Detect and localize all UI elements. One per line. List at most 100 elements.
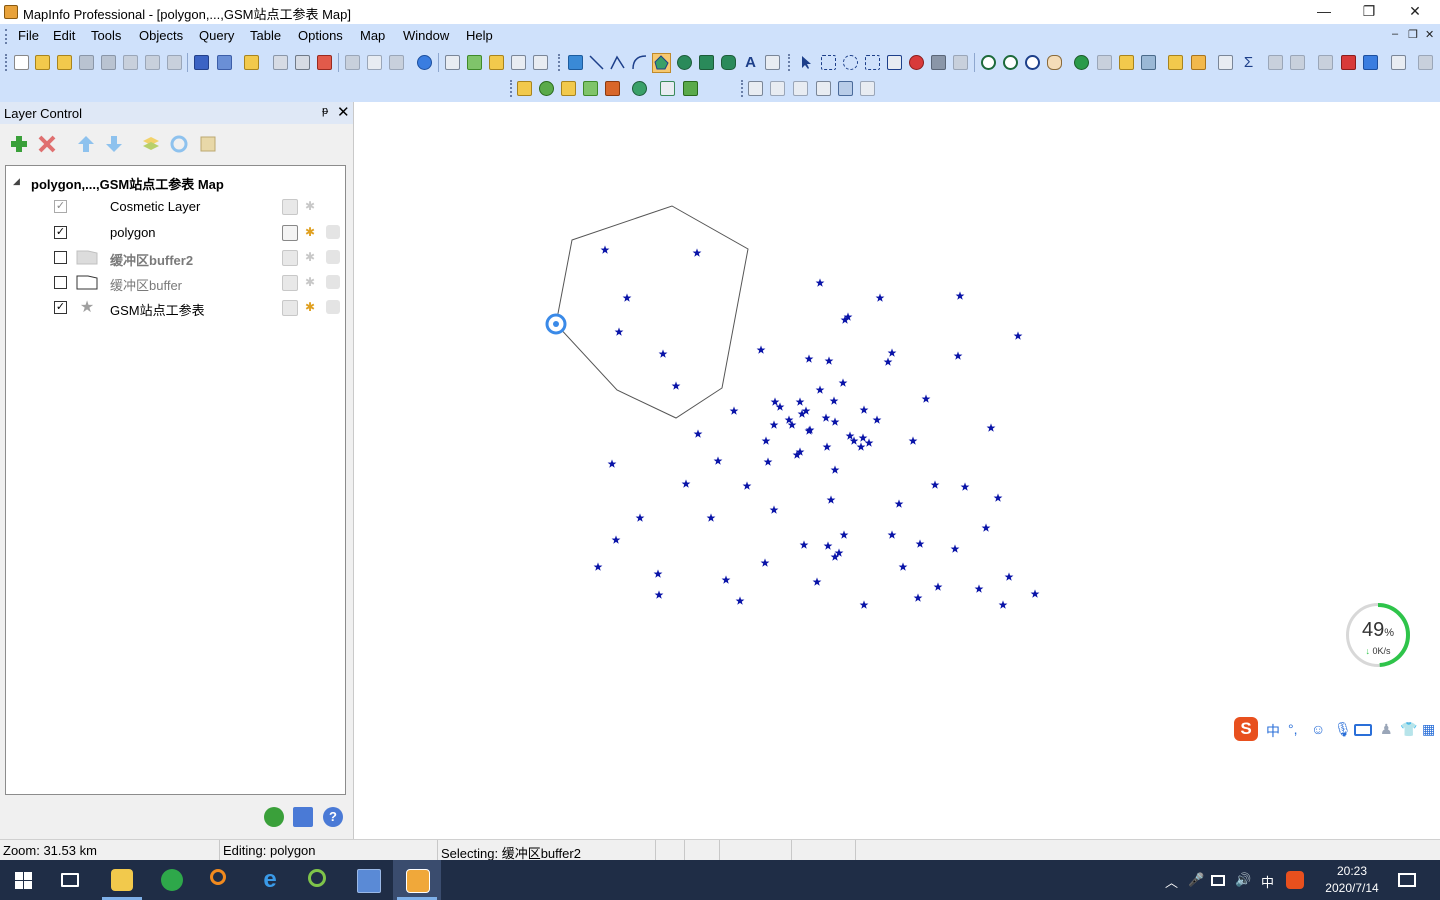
- gsm-site-star[interactable]: [761, 436, 771, 445]
- gsm-site-star[interactable]: [735, 596, 745, 605]
- gsm-site-star[interactable]: [859, 600, 869, 609]
- menu-objects[interactable]: Objects: [139, 28, 183, 43]
- print-preview-icon[interactable]: [273, 55, 288, 70]
- gsm-site-star[interactable]: [981, 523, 991, 532]
- skin-shirt-icon[interactable]: 👕: [1400, 721, 1417, 738]
- label-icon[interactable]: [326, 250, 340, 264]
- line-tool-icon[interactable]: [589, 55, 604, 70]
- gsm-site-star[interactable]: [713, 456, 723, 465]
- layout-tool-2-icon[interactable]: [770, 81, 785, 96]
- menu-window[interactable]: Window: [403, 28, 449, 43]
- gsm-site-star[interactable]: [769, 420, 779, 429]
- gsm-site-star[interactable]: [693, 429, 703, 438]
- add-layer-icon[interactable]: [9, 134, 29, 154]
- gsm-site-star[interactable]: [950, 544, 960, 553]
- paste-icon[interactable]: [389, 55, 404, 70]
- menu-tools[interactable]: Tools: [91, 28, 121, 43]
- network-icon[interactable]: [1211, 875, 1225, 886]
- gsm-site-star[interactable]: [908, 436, 918, 445]
- selectable-icon[interactable]: ✱: [303, 225, 317, 239]
- export-pdf-icon[interactable]: [317, 55, 332, 70]
- taskbar-app-window[interactable]: [344, 860, 392, 900]
- editable-icon[interactable]: [282, 199, 298, 215]
- gsm-site-star[interactable]: [706, 513, 716, 522]
- taskbar-browser-360[interactable]: [148, 860, 196, 900]
- gsm-site-star[interactable]: [729, 406, 739, 415]
- menu-query[interactable]: Query: [199, 28, 234, 43]
- layer-control-icon[interactable]: [1168, 55, 1183, 70]
- polygon-tool-icon[interactable]: [654, 55, 669, 70]
- gsm-site-star[interactable]: [681, 479, 691, 488]
- gsm-site-star[interactable]: [770, 397, 780, 406]
- region-style-swatch[interactable]: [76, 250, 98, 265]
- grabber-hand-icon[interactable]: [1047, 55, 1062, 70]
- editable-icon[interactable]: [282, 275, 298, 291]
- coordinate-extractor-icon[interactable]: [583, 81, 598, 96]
- gsm-site-star[interactable]: [600, 245, 610, 254]
- note-icon[interactable]: [660, 81, 675, 96]
- gsm-site-star[interactable]: [915, 539, 925, 548]
- gsm-site-star[interactable]: [760, 558, 770, 567]
- save-icon[interactable]: [194, 55, 209, 70]
- layout-tool-4-icon[interactable]: [816, 81, 831, 96]
- menu-help[interactable]: Help: [466, 28, 493, 43]
- ruler-icon[interactable]: [1191, 55, 1206, 70]
- layer-row-polygon[interactable]: ✓ polygon ✱: [6, 222, 345, 244]
- layout-tool-3-icon[interactable]: [793, 81, 808, 96]
- polygon-node-marker[interactable]: [545, 313, 567, 335]
- frame-tool-icon[interactable]: [765, 55, 780, 70]
- gsm-site-star[interactable]: [856, 442, 866, 451]
- gsm-site-star[interactable]: [872, 415, 882, 424]
- gsm-site-star[interactable]: [986, 423, 996, 432]
- gsm-site-star[interactable]: [998, 600, 1008, 609]
- gsm-site-star[interactable]: [859, 405, 869, 414]
- gsm-site-star[interactable]: [993, 493, 1003, 502]
- volume-icon[interactable]: 🔊: [1235, 872, 1251, 888]
- gsm-site-star[interactable]: [742, 481, 752, 490]
- arc-tool-icon[interactable]: [632, 55, 647, 70]
- gsm-site-star[interactable]: [826, 495, 836, 504]
- label-icon[interactable]: [326, 225, 340, 239]
- label-icon[interactable]: [326, 300, 340, 314]
- maximize-button[interactable]: ❐: [1346, 0, 1392, 24]
- menu-file[interactable]: File: [18, 28, 39, 43]
- polyline-tool-icon[interactable]: [610, 55, 625, 70]
- world-icon[interactable]: [632, 81, 647, 96]
- gsm-site-star[interactable]: [821, 413, 831, 422]
- new-layout-window-icon[interactable]: [511, 55, 526, 70]
- change-view-icon[interactable]: [1025, 55, 1040, 70]
- toolbar-grip[interactable]: [741, 80, 745, 97]
- help-icon[interactable]: ?: [323, 807, 343, 827]
- selectable-icon[interactable]: ✱: [303, 275, 317, 289]
- new-map-window-icon[interactable]: [467, 55, 482, 70]
- taskbar-internet-explorer[interactable]: e: [246, 860, 294, 900]
- notification-icon[interactable]: [1398, 873, 1416, 887]
- marquee-select-icon[interactable]: [821, 55, 836, 70]
- gsm-site-star[interactable]: [815, 278, 825, 287]
- move-layer-down-icon[interactable]: [104, 134, 124, 154]
- drag-map-icon[interactable]: [1141, 55, 1156, 70]
- new-graph-window-icon[interactable]: [489, 55, 504, 70]
- gsm-site-star[interactable]: [953, 351, 963, 360]
- new-browser-window-icon[interactable]: [445, 55, 460, 70]
- statistics-sigma-icon[interactable]: Σ: [1241, 55, 1256, 70]
- zoom-in-icon[interactable]: [981, 55, 996, 70]
- gsm-site-star[interactable]: [887, 530, 897, 539]
- undo-icon[interactable]: [417, 55, 432, 70]
- region-style-swatch[interactable]: [76, 275, 98, 290]
- gsm-site-star[interactable]: [607, 459, 617, 468]
- gsm-site-star[interactable]: [654, 590, 664, 599]
- open-wfs-icon[interactable]: [123, 55, 138, 70]
- gsm-site-star[interactable]: [614, 327, 624, 336]
- gsm-site-star[interactable]: [1013, 331, 1023, 340]
- task-view-button[interactable]: [48, 860, 96, 900]
- new-browser-icon[interactable]: [244, 55, 259, 70]
- microphone-icon[interactable]: 🎙: [1334, 721, 1352, 738]
- gsm-site-star[interactable]: [930, 480, 940, 489]
- selectable-icon[interactable]: ✱: [303, 250, 317, 264]
- status-editing[interactable]: Editing: polygon: [220, 840, 438, 861]
- gsm-site-star[interactable]: [763, 457, 773, 466]
- invert-selection-icon[interactable]: [931, 55, 946, 70]
- sogou-tray-icon[interactable]: [1286, 871, 1304, 889]
- gsm-site-star[interactable]: [921, 394, 931, 403]
